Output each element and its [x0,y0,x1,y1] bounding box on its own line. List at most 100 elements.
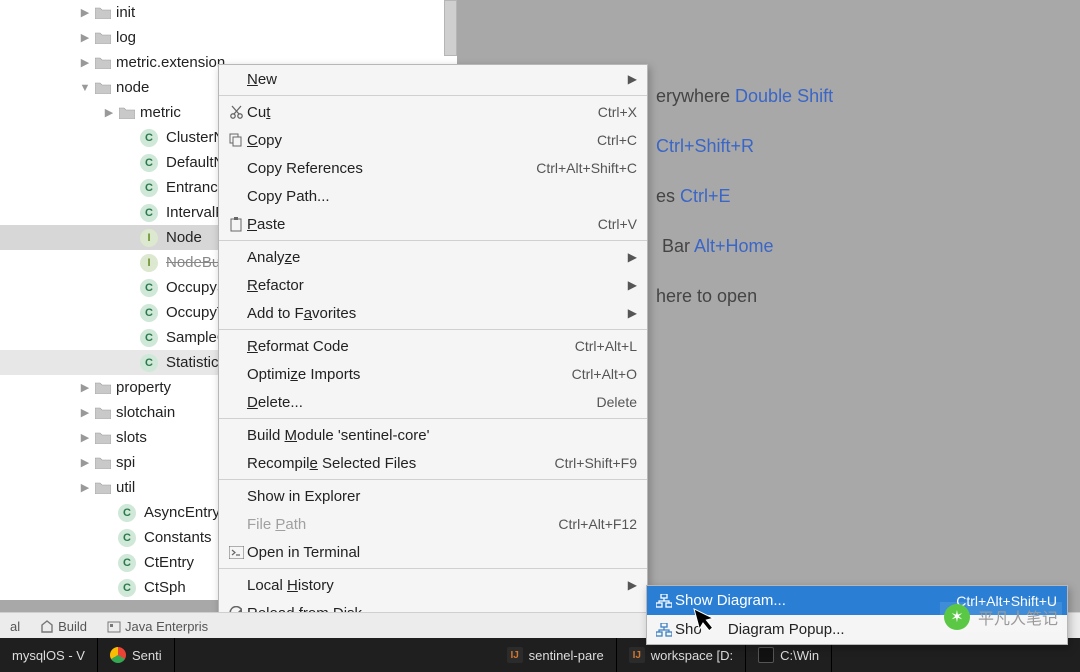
menu-item-label: Show in Explorer [247,488,637,505]
tree-item-label: Constants [144,529,212,546]
menu-item[interactable]: CutCtrl+X [219,98,647,126]
menu-item[interactable]: CopyCtrl+C [219,126,647,154]
menu-item[interactable]: PasteCtrl+V [219,210,647,238]
taskbar-item-chrome[interactable]: Senti [98,638,175,672]
menu-item[interactable]: Delete...Delete [219,388,647,416]
watermark: ✶ 平凡人笔记 [940,602,1062,632]
folder-icon [94,31,112,45]
menu-item-shortcut: Ctrl+Alt+Shift+C [536,160,637,176]
expand-arrow-icon[interactable]: ▶ [76,56,94,69]
tree-item-label: AsyncEntry [144,504,220,521]
menu-item-label: Optimize Imports [247,366,572,383]
tree-item-label: slotchain [116,404,175,421]
taskbar-item-mysql[interactable]: mysqlOS - V [0,638,98,672]
class-icon: C [140,354,158,372]
menu-item[interactable]: Open in Terminal [219,538,647,566]
expand-arrow-icon[interactable]: ▶ [76,406,94,419]
expand-arrow-icon[interactable]: ▶ [76,6,94,19]
hint-drop-files: here to open [656,286,757,307]
class-icon: C [118,554,136,572]
menu-item-label: Add to Favorites [247,305,622,322]
tool-java-enterprise[interactable]: Java Enterpris [107,619,208,634]
menu-item-label: Recompile Selected Files [247,455,555,472]
class-icon: C [140,204,158,222]
tree-item-label: Node [166,229,202,246]
menu-item[interactable]: Analyze ▶ [219,243,647,271]
class-icon: C [140,279,158,297]
tree-item-init[interactable]: ▶ init [0,0,457,25]
menu-item-shortcut: Ctrl+Shift+F9 [555,455,637,471]
expand-arrow-icon[interactable]: ▶ [76,31,94,44]
class-icon: C [118,579,136,597]
expand-arrow-icon[interactable]: ▶ [76,431,94,444]
tree-item-label: util [116,479,135,496]
tree-item-label: init [116,4,135,21]
expand-arrow-icon[interactable]: ▶ [76,481,94,494]
expand-arrow-icon[interactable]: ▶ [76,456,94,469]
menu-item-shortcut: Ctrl+Alt+L [575,338,637,354]
menu-item[interactable]: Add to Favorites▶ [219,299,647,327]
hint-nav-bar: Bar Alt+Home [662,236,774,257]
copy-icon [225,133,247,147]
menu-item[interactable]: Refactor▶ [219,271,647,299]
menu-item-shortcut: Ctrl+Alt+O [572,366,637,382]
class-icon: I [140,229,158,247]
menu-item[interactable]: Copy ReferencesCtrl+Alt+Shift+C [219,154,647,182]
expand-arrow-icon[interactable]: ▶ [100,106,118,119]
tree-item-label: CtEntry [144,554,194,571]
tree-item-log[interactable]: ▶log [0,25,457,50]
class-icon: C [118,529,136,547]
menu-item-shortcut: Delete [597,394,637,410]
submenu-arrow-icon: ▶ [628,578,637,592]
hint-search-everywhere: erywhere Double Shift [656,86,833,107]
tree-item-label: spi [116,454,135,471]
menu-item-label: Delete... [247,394,597,411]
menu-item-label: Copy [247,132,597,149]
wechat-icon: ✶ [944,604,970,630]
expand-arrow-icon[interactable]: ▶ [76,381,94,394]
folder-icon [118,106,136,120]
menu-item[interactable]: Show in Explorer [219,482,647,510]
menu-item-label: Cut [247,104,598,121]
menu-item[interactable]: Optimize ImportsCtrl+Alt+O [219,360,647,388]
cut-icon [225,105,247,120]
menu-item[interactable]: Local History▶ [219,571,647,599]
menu-item-shortcut: Ctrl+V [598,216,637,232]
class-icon: I [140,254,158,272]
paste-icon [225,217,247,232]
watermark-text: 平凡人笔记 [978,605,1058,629]
tree-item-label: CtSph [144,579,186,596]
context-menu[interactable]: New▶ CutCtrl+XCopyCtrl+CCopy ReferencesCt… [218,64,648,672]
menu-item[interactable]: Build Module 'sentinel-core' [219,421,647,449]
tree-scrollbar[interactable] [444,0,457,56]
tree-item-label: metric.extension [116,54,225,71]
menu-item-shortcut: Ctrl+Alt+F12 [558,516,637,532]
diagram-icon [653,594,675,608]
expand-arrow-icon[interactable]: ▼ [76,82,94,94]
class-icon: C [140,304,158,322]
menu-item-label: Analyze [247,249,622,266]
tree-item-label: metric [140,104,181,121]
taskbar-item-sentinel[interactable]: IJsentinel-pare [495,638,617,672]
menu-item-label: Copy Path... [247,188,637,205]
submenu-arrow-icon: ▶ [628,72,637,86]
menu-item[interactable]: New▶ [219,65,647,93]
hint-ctrl-shift-r: Ctrl+Shift+R [656,136,754,157]
menu-item-label: Refactor [247,277,622,294]
class-icon: C [140,129,158,147]
menu-item: File PathCtrl+Alt+F12 [219,510,647,538]
submenu-item-label: Show Diagram... [675,592,956,609]
tool-build[interactable]: Build [40,619,87,634]
tool-al[interactable]: al [10,619,20,634]
menu-item-label: File Path [247,516,558,533]
class-icon: C [140,329,158,347]
diagram-icon [653,623,675,637]
menu-item[interactable]: Reformat CodeCtrl+Alt+L [219,332,647,360]
menu-item[interactable]: Recompile Selected FilesCtrl+Shift+F9 [219,449,647,477]
tree-item-label: slots [116,429,147,446]
folder-icon [94,6,112,20]
tree-item-label: DefaultN [166,154,224,171]
submenu-arrow-icon: ▶ [628,250,637,264]
menu-item[interactable]: Copy Path... [219,182,647,210]
menu-item-label: Build Module 'sentinel-core' [247,427,637,444]
